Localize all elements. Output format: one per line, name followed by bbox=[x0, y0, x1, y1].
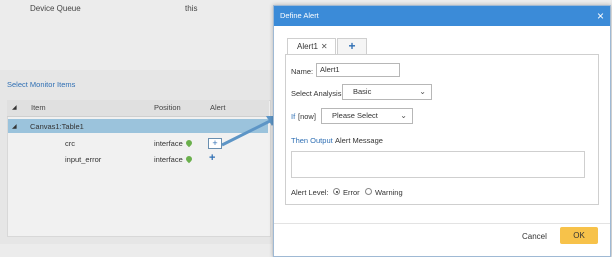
cancel-button[interactable]: Cancel bbox=[522, 232, 547, 241]
tab-alert1[interactable]: Alert1 ✕ bbox=[287, 38, 336, 54]
section-title: Select Monitor Items bbox=[7, 80, 76, 89]
now-label: [now] bbox=[298, 112, 316, 121]
table-row[interactable]: crc interface + bbox=[8, 137, 268, 151]
table-header: ◢ Item Position Alert bbox=[7, 100, 269, 117]
analysis-select[interactable]: Basic ⌄ bbox=[342, 84, 432, 100]
radio-warning[interactable] bbox=[365, 188, 372, 195]
location-pin-icon bbox=[184, 138, 194, 148]
chevron-down-icon: ⌄ bbox=[400, 111, 407, 120]
alert-message-textarea[interactable] bbox=[291, 151, 585, 178]
add-alert-icon[interactable]: + bbox=[208, 138, 222, 149]
analysis-value: Basic bbox=[353, 87, 372, 96]
collapse-triangle-icon[interactable]: ◢ bbox=[12, 123, 17, 130]
close-icon[interactable]: × bbox=[597, 6, 604, 26]
alert-level-label: Alert Level: bbox=[291, 188, 329, 197]
define-alert-dialog: Define Alert × Alert1 ✕ + Name: Alert1 Se… bbox=[273, 5, 611, 257]
if-label: If bbox=[291, 112, 296, 121]
condition-select[interactable]: Please Select ⌄ bbox=[321, 108, 413, 124]
name-label: Name: bbox=[291, 67, 314, 76]
add-alert-icon[interactable]: + bbox=[209, 152, 215, 164]
device-queue-value: this bbox=[185, 4, 198, 13]
dialog-title: Define Alert bbox=[280, 11, 319, 20]
tab-close-icon[interactable]: ✕ bbox=[321, 42, 328, 51]
dialog-title-bar: Define Alert × bbox=[274, 6, 610, 26]
row-position: interface bbox=[154, 139, 183, 148]
sort-triangle-icon[interactable]: ◢ bbox=[12, 104, 17, 111]
device-queue-label: Device Queue bbox=[30, 4, 81, 13]
condition-value: Please Select bbox=[332, 111, 378, 120]
radio-error-label[interactable]: Error bbox=[343, 188, 360, 197]
chevron-down-icon: ⌄ bbox=[419, 87, 426, 96]
footer-divider bbox=[274, 223, 610, 224]
table-group-row[interactable]: ◢ Canvas1:Table1 bbox=[8, 119, 268, 133]
ok-button[interactable]: OK bbox=[560, 227, 598, 244]
then-output-label: Then Output bbox=[291, 136, 333, 145]
row-item: crc bbox=[65, 139, 75, 148]
row-item: input_error bbox=[65, 155, 102, 164]
name-input[interactable]: Alert1 bbox=[316, 63, 400, 77]
row-position: interface bbox=[154, 155, 183, 164]
alert-message-label: Alert Message bbox=[335, 136, 383, 145]
location-pin-icon bbox=[184, 154, 194, 164]
column-header-alert[interactable]: Alert bbox=[210, 103, 225, 112]
add-tab-button[interactable]: + bbox=[337, 38, 367, 54]
group-row-label: Canvas1:Table1 bbox=[30, 122, 84, 131]
table-row[interactable]: input_error interface + bbox=[8, 152, 268, 167]
background-bottom-strip bbox=[0, 244, 272, 257]
radio-warning-label[interactable]: Warning bbox=[375, 188, 403, 197]
column-header-item[interactable]: Item bbox=[31, 103, 46, 112]
column-header-position[interactable]: Position bbox=[154, 103, 181, 112]
radio-error[interactable] bbox=[333, 188, 340, 195]
tab-label: Alert1 bbox=[297, 42, 318, 51]
select-analysis-label: Select Analysis bbox=[291, 89, 342, 98]
